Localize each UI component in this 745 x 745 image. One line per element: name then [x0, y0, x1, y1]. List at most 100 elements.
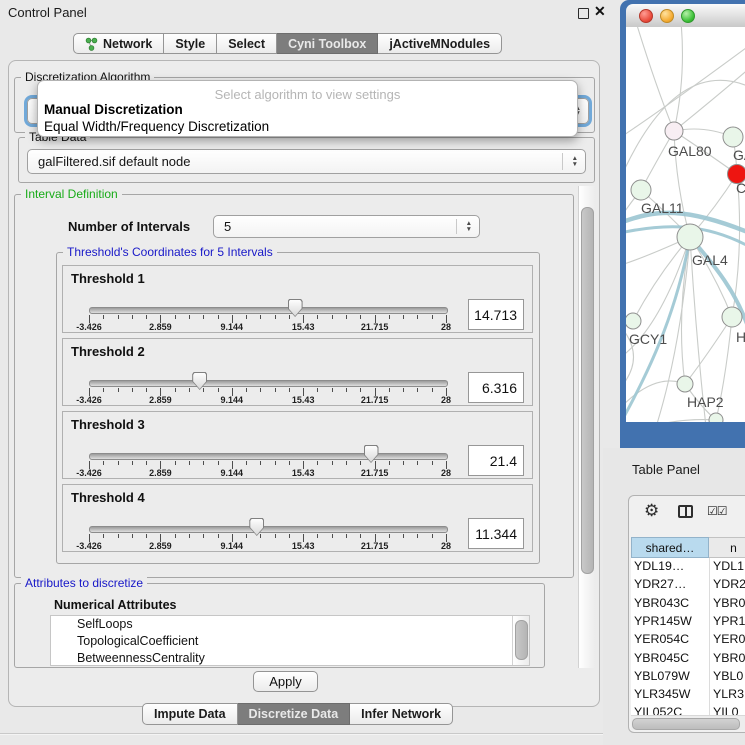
table-rows: YDL19…YDL1YDR27…YDR2YBR043CYBR0YPR145WYP…: [631, 558, 745, 715]
cell-shared-name: YBR045C: [634, 651, 708, 665]
table-row[interactable]: YER054C YER0: [631, 631, 745, 649]
threshold-value-field[interactable]: 14.713: [468, 299, 524, 330]
tab-label: Cyni Toolbox: [288, 37, 366, 51]
list-item[interactable]: BetweennessCentrality: [51, 650, 529, 666]
threshold-value-field[interactable]: 21.4: [468, 445, 524, 476]
control-panel: Control Panel ✕ Network Style Select Cyn…: [0, 0, 603, 745]
tab-select[interactable]: Select: [217, 33, 277, 54]
list-scrollbar[interactable]: [512, 616, 529, 665]
cell-name: YBL0: [713, 669, 745, 683]
tick-label: 15.43: [292, 395, 315, 405]
cell-shared-name: YBL079W: [634, 669, 708, 683]
table-row[interactable]: YBL079W YBL0: [631, 668, 745, 686]
tick-label: 21.715: [361, 322, 389, 332]
tab-label: Style: [175, 37, 205, 51]
network-canvas[interactable]: GAL80 GA GAL11 C GAL4 GCY1 H HAP2: [626, 27, 745, 422]
node-top-right: [723, 127, 743, 147]
threshold-row-2: Threshold 2 -3.4262.8599.14415.4321.7152…: [62, 338, 533, 406]
tick-label: 21.715: [361, 395, 389, 405]
list-item[interactable]: TopologicalCoefficient: [51, 633, 529, 650]
close-icon[interactable]: ✕: [594, 3, 606, 20]
content-scrollbar[interactable]: [578, 186, 595, 668]
cell-shared-name: YIL052C: [634, 705, 708, 715]
table-panel-region: Table Panel ⚙ ☑☑ shared… n YDL19…YDL1YDR…: [603, 448, 745, 745]
number-of-intervals-combobox[interactable]: 5 ▲▼: [213, 215, 480, 238]
tick-label: 28: [441, 541, 451, 551]
top-tabbar: Network Style Select Cyni Toolbox jActiv…: [73, 33, 502, 54]
table-row[interactable]: YBR045CYBR0: [631, 650, 745, 668]
list-item[interactable]: SelfLoops: [51, 616, 529, 633]
tab-label: Infer Network: [361, 707, 441, 721]
cell-name: YLR3: [713, 687, 745, 701]
table-hscrollbar[interactable]: [631, 715, 745, 730]
tab-infer-network[interactable]: Infer Network: [350, 703, 453, 725]
apply-button-label: Apply: [269, 674, 302, 689]
table-row[interactable]: YDR27…YDR2: [631, 576, 745, 594]
tab-style[interactable]: Style: [164, 33, 217, 54]
tab-network[interactable]: Network: [73, 33, 164, 54]
tab-discretize-data[interactable]: Discretize Data: [238, 703, 351, 725]
cell-shared-name: YBR043C: [634, 596, 708, 610]
table-row[interactable]: YPR145WYPR1: [631, 613, 745, 631]
table-row[interactable]: YIL052C YIL0: [631, 704, 745, 715]
tab-impute-data[interactable]: Impute Data: [142, 703, 238, 725]
node-label: GAL80: [668, 143, 712, 159]
cell-name: YIL0: [713, 705, 745, 715]
table-row[interactable]: YLR345WYLR3: [631, 686, 745, 704]
mac-close-icon[interactable]: [639, 9, 653, 23]
combo-arrows-icon: ▲▼: [466, 216, 472, 237]
threshold-value-field[interactable]: 6.316: [468, 372, 524, 403]
float-icon[interactable]: [578, 8, 589, 19]
network-icon: [85, 37, 98, 51]
tick-label: 9.144: [221, 395, 244, 405]
cell-name: YER0: [713, 632, 745, 646]
slider-tick-labels: -3.4262.8599.14415.4321.71528: [89, 322, 446, 333]
gear-icon[interactable]: ⚙: [644, 501, 659, 521]
tick-label: 15.43: [292, 322, 315, 332]
node-gcy1: [626, 313, 641, 329]
threshold-row-1: Threshold 1 -3.4262.8599.14415.4321.7152…: [62, 265, 533, 333]
attributes-group-title: Attributes to discretize: [21, 576, 147, 591]
table-panel-frame: ⚙ ☑☑ shared… n YDL19…YDL1YDR27…YDR2YBR04…: [628, 495, 745, 733]
node-label: H: [736, 329, 745, 345]
control-panel-titlebar: Control Panel ✕: [0, 0, 603, 24]
node-label: GCY1: [629, 331, 667, 347]
cell-shared-name: YER054C: [634, 632, 708, 646]
tick-label: -3.426: [76, 395, 102, 405]
apply-button[interactable]: Apply: [253, 671, 318, 692]
threshold-row-3: Threshold 3 -3.4262.8599.14415.4321.7152…: [62, 411, 533, 479]
slider-track[interactable]: [89, 526, 448, 533]
slider-tick-labels: -3.4262.8599.14415.4321.71528: [89, 468, 446, 479]
node-h: [722, 307, 742, 327]
select-columns-icon[interactable]: ☑☑: [707, 504, 727, 518]
node-label: GA: [733, 147, 745, 163]
table-row[interactable]: YDL19…YDL1: [631, 558, 745, 576]
slider-track[interactable]: [89, 307, 448, 314]
threshold-row-4: Threshold 4 -3.4262.8599.14415.4321.7152…: [62, 484, 533, 552]
popup-option-manual[interactable]: Manual Discretization: [44, 102, 183, 117]
panel-title: Control Panel: [8, 5, 87, 20]
slider-tick-labels: -3.4262.8599.14415.4321.71528: [89, 395, 446, 406]
slider-track[interactable]: [89, 380, 448, 387]
tab-cyni-toolbox[interactable]: Cyni Toolbox: [277, 33, 378, 54]
mac-zoom-icon[interactable]: [681, 9, 695, 23]
mac-minimize-icon[interactable]: [660, 9, 674, 23]
tab-label: jActiveMNodules: [389, 37, 490, 51]
attributes-list[interactable]: SelfLoops TopologicalCoefficient Between…: [50, 615, 530, 666]
split-table-icon[interactable]: [678, 505, 693, 518]
slider-track[interactable]: [89, 453, 448, 460]
tab-label: Discretize Data: [249, 707, 339, 721]
table-data-combobox[interactable]: galFiltered.sif default node ▲▼: [27, 149, 586, 174]
network-window: GAL80 GA GAL11 C GAL4 GCY1 H HAP2: [620, 0, 745, 448]
table-row[interactable]: YBR043CYBR0: [631, 595, 745, 613]
tab-label: Network: [103, 37, 152, 51]
tab-jactivemnodules[interactable]: jActiveMNodules: [378, 33, 502, 54]
tick-label: 9.144: [221, 322, 244, 332]
node-label: C: [736, 180, 745, 196]
table-panel-title: Table Panel: [632, 462, 700, 477]
column-header-shared[interactable]: shared…: [631, 537, 709, 558]
threshold-value-field[interactable]: 11.344: [468, 518, 524, 549]
column-header-name[interactable]: n: [709, 537, 745, 558]
network-window-titlebar[interactable]: [626, 4, 745, 28]
popup-option-equal-width[interactable]: Equal Width/Frequency Discretization: [44, 119, 269, 134]
